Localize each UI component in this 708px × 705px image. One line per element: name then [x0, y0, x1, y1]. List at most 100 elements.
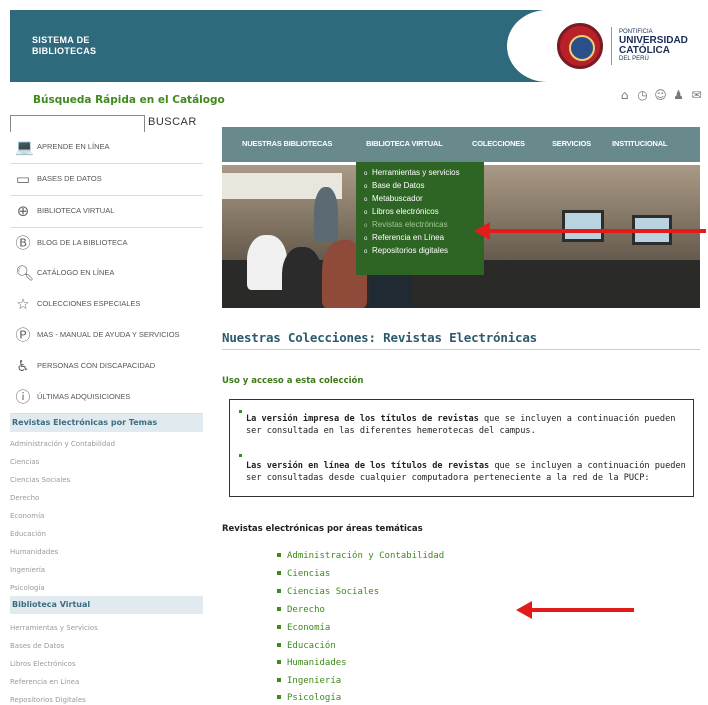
dropdown-item[interactable]: o Metabuscador [364, 193, 484, 206]
info-paragraph-1: La versión impresa de los títulos de rev… [246, 413, 692, 437]
biblioteca-virtual-dropdown: o Herramientas y servicios o Base de Datos… [356, 162, 484, 275]
area-link[interactable]: Derecho [277, 605, 325, 615]
menu-label: CATÁLOGO EN LÍNEA [37, 268, 115, 277]
nav-servicios[interactable]: SERVICIOS [552, 139, 591, 148]
red-arrow-annotation [516, 601, 634, 619]
bullet-icon [277, 695, 281, 699]
star-icon: ☆ [16, 295, 30, 313]
bullet-icon [277, 571, 281, 575]
area-link[interactable]: Ciencias Sociales [277, 587, 379, 597]
student-figure [282, 247, 322, 307]
menu-label: APRENDE EN LÍNEA [37, 142, 110, 151]
sidebar-topic-link[interactable]: Humanidades [10, 548, 58, 556]
nav-nuestras-bibliotecas[interactable]: NUESTRAS BIBLIOTECAS [242, 139, 332, 148]
info-bold: La versión impresa de los títulos de rev… [246, 414, 479, 424]
dropdown-item[interactable]: o Repositorios digitales [364, 245, 484, 258]
sidebar-topic-link[interactable]: Ingeniería [10, 566, 45, 574]
search-icon: 🔍︎ [15, 264, 35, 282]
people-icon[interactable]: ♟ [671, 88, 686, 103]
bullet-icon [277, 625, 281, 629]
menu-label: MAS - MANUAL DE AYUDA Y SERVICIOS [37, 330, 180, 339]
area-link[interactable]: Humanidades [277, 658, 347, 668]
mail-icon[interactable]: ✉ [689, 88, 704, 103]
menu-item-manual[interactable]: Ⓟ MAS - MANUAL DE AYUDA Y SERVICIOS [10, 320, 203, 352]
usage-section-title: Uso y acceso a esta colección [222, 376, 364, 386]
sidebar-topic-link[interactable]: Administración y Contabilidad [10, 440, 115, 448]
menu-label: BLOG DE LA BIBLIOTECA [37, 238, 128, 247]
sidebar-topic-link[interactable]: Ciencias Sociales [10, 476, 70, 484]
menu-label: ÚLTIMAS ADQUISICIONES [37, 392, 131, 401]
info-icon: ⓘ [15, 388, 31, 406]
search-button[interactable]: BUSCAR [148, 116, 197, 128]
menu-item-catalogo[interactable]: 🔍︎ CATÁLOGO EN LÍNEA [10, 258, 203, 290]
red-arrow-annotation [474, 222, 706, 240]
sidebar-topic-link[interactable]: Derecho [10, 494, 39, 502]
bullet-icon [277, 553, 281, 557]
area-link[interactable]: Economía [277, 623, 330, 633]
menu-label: BASES DE DATOS [37, 174, 102, 183]
bullet-icon [277, 607, 281, 611]
dropdown-item[interactable]: o Referencia en Línea [364, 232, 484, 245]
area-link[interactable]: Administración y Contabilidad [277, 551, 444, 561]
utility-icons: ⌂ ◷ ☺ ♟ ✉ [617, 88, 704, 103]
bullet-icon [277, 589, 281, 593]
sidebar-topic-link[interactable]: Ciencias [10, 458, 39, 466]
monitor-shape [562, 210, 604, 242]
catalog-search-input[interactable] [10, 115, 145, 133]
brand-divider [611, 27, 612, 65]
sidebar-virtual-link[interactable]: Herramientas y Servicios [10, 624, 98, 632]
sidebar-topic-link[interactable]: Psicología [10, 584, 45, 592]
sidebar-virtual-link[interactable]: Referencia en Línea [10, 678, 79, 686]
dropdown-item[interactable]: o Libros electrónicos [364, 206, 484, 219]
uni-line-4: DEL PERÚ [619, 56, 649, 62]
sidebar-topic-link[interactable]: Economía [10, 512, 44, 520]
help-icon: Ⓟ [15, 326, 31, 344]
logo-line-2: BIBLIOTECAS [32, 46, 97, 56]
menu-item-discapacidad[interactable]: ♿︎ PERSONAS CON DISCAPACIDAD [10, 351, 203, 383]
area-link[interactable]: Educación [277, 641, 336, 651]
dropdown-item[interactable]: o Base de Datos [364, 180, 484, 193]
menu-label: BIBLIOTECA VIRTUAL [37, 206, 115, 215]
menu-item-adquisiciones[interactable]: ⓘ ÚLTIMAS ADQUISICIONES [10, 382, 203, 414]
university-seal-icon [557, 23, 603, 69]
sidebar-virtual-title: Biblioteca Virtual [10, 596, 203, 614]
sidebar-topics-title: Revistas Electrónicas por Temas [10, 414, 203, 432]
main-nav: NUESTRAS BIBLIOTECAS BIBLIOTECA VIRTUAL … [222, 127, 700, 162]
blog-icon: Ⓑ [15, 234, 31, 252]
site-header: SISTEMA DE BIBLIOTECAS PONTIFICIA UNIVER… [10, 10, 708, 82]
area-link[interactable]: Ingeniería [277, 676, 341, 686]
clock-icon[interactable]: ◷ [635, 88, 650, 103]
nav-colecciones[interactable]: COLECCIONES [472, 139, 525, 148]
user-icon[interactable]: ☺ [653, 88, 668, 103]
menu-label: PERSONAS CON DISCAPACIDAD [37, 361, 156, 370]
menu-item-bases-datos[interactable]: ▭ BASES DE DATOS [10, 164, 203, 196]
sidebar-virtual-link[interactable]: Libros Electrónicos [10, 660, 76, 668]
laptop-icon: 💻 [15, 138, 34, 156]
library-system-logo[interactable]: SISTEMA DE BIBLIOTECAS [32, 35, 96, 57]
area-link[interactable]: Ciencias [277, 569, 330, 579]
nav-institucional[interactable]: INSTITUCIONAL [612, 139, 668, 148]
dropdown-item[interactable]: o Herramientas y servicios [364, 167, 484, 180]
sidebar-virtual-link[interactable]: Bases de Datos [10, 642, 64, 650]
menu-item-biblioteca-virtual[interactable]: ⊕ BIBLIOTECA VIRTUAL [10, 196, 203, 228]
student-figure [247, 235, 287, 290]
menu-item-colecciones[interactable]: ☆ COLECCIONES ESPECIALES [10, 289, 203, 321]
dropdown-item-active[interactable]: o Revistas electrónicas [364, 219, 484, 232]
globe-icon: ⊕ [16, 202, 30, 220]
sidebar-topic-link[interactable]: Educación [10, 530, 46, 538]
bullet-icon [277, 678, 281, 682]
menu-label: COLECCIONES ESPECIALES [37, 299, 141, 308]
usage-info-box: La versión impresa de los títulos de rev… [229, 399, 694, 497]
teacher-figure [314, 187, 338, 242]
menu-item-aprende[interactable]: 💻 APRENDE EN LÍNEA [10, 132, 203, 164]
nav-biblioteca-virtual[interactable]: BIBLIOTECA VIRTUAL [366, 139, 443, 148]
sidebar-virtual-link[interactable]: Repositorios Digitales [10, 696, 86, 704]
bullet-icon [277, 643, 281, 647]
area-link[interactable]: Psicología [277, 693, 341, 703]
university-brand[interactable]: PONTIFICIA UNIVERSIDAD CATÓLICA DEL PERÚ [507, 10, 708, 82]
heading-divider [222, 349, 700, 350]
info-bold: Las versión en línea de los títulos de r… [246, 461, 490, 471]
bullet-icon [277, 660, 281, 664]
home-icon[interactable]: ⌂ [617, 88, 632, 103]
menu-item-blog[interactable]: Ⓑ BLOG DE LA BIBLIOTECA [10, 228, 203, 260]
